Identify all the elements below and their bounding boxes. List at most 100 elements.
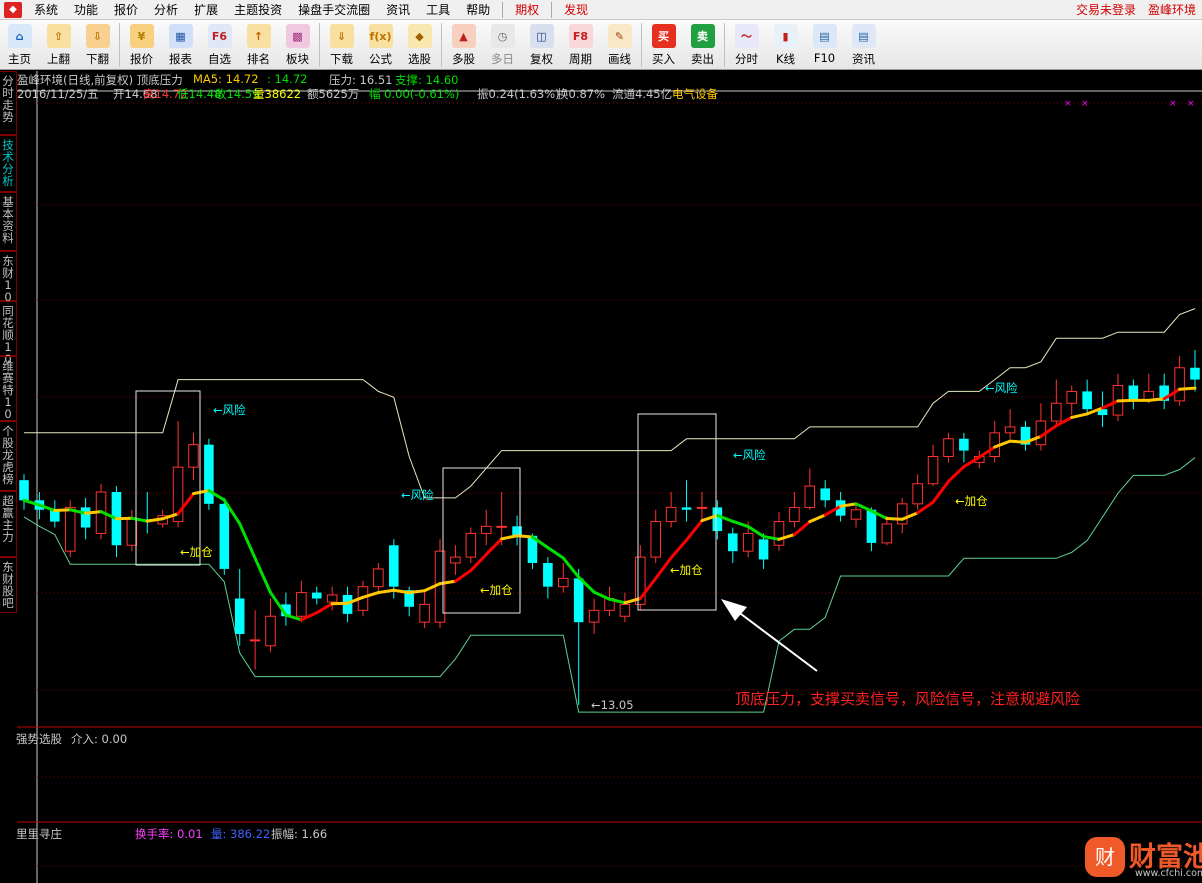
toolbar-button-10[interactable]: ◆ 选股 <box>400 20 439 68</box>
menu-item-function[interactable]: 功能 <box>66 0 106 20</box>
menu-item-theme-invest[interactable]: 主题投资 <box>226 0 290 20</box>
candle-body <box>681 507 692 510</box>
candle-body <box>573 578 584 623</box>
menu-item-extend[interactable]: 扩展 <box>186 0 226 20</box>
add-position-label: ←加仓 <box>480 583 513 597</box>
ma5-segment <box>407 589 427 595</box>
toolbar-button-label: 公式 <box>369 52 392 66</box>
kline-chart-svg[interactable]: × × × × <box>17 71 1202 883</box>
add-position-label: ←加仓 <box>955 494 988 508</box>
ma5-segment <box>1008 439 1028 444</box>
ma5-segment <box>931 479 950 504</box>
toolbar-divider <box>119 23 120 67</box>
sub-indicator-1-title: 强势选股 <box>16 732 62 746</box>
ma5-segment <box>500 534 519 541</box>
menu-item-system[interactable]: 系统 <box>26 0 66 20</box>
chart-area[interactable]: × × × × 盈峰环境(日线,前复权) 顶底压力 MA5: 14.72 : 14.7… <box>16 71 1202 883</box>
candle-body <box>1190 367 1200 380</box>
toolbar-button-12[interactable]: ◷ 多日 <box>483 20 522 68</box>
toolbar-button-2[interactable]: ⇩ 下翻 <box>78 20 117 68</box>
toolbar-button-5[interactable]: F6 自选 <box>200 20 239 68</box>
candle-body <box>311 592 322 599</box>
toolbar-button-7[interactable]: ▩ 板块 <box>278 20 317 68</box>
menu-item-news[interactable]: 资讯 <box>378 0 418 20</box>
side-tab-1[interactable]: 技术分析 <box>0 135 17 192</box>
toolbar-button-label: 排名 <box>247 52 270 66</box>
ma5-segment <box>731 519 750 529</box>
candle-body <box>588 609 600 623</box>
toolbar-divider <box>441 23 442 67</box>
toolbar-button-17[interactable]: 卖卖出 <box>683 20 722 68</box>
quote-change: 幅 0.00(-0.61%) <box>369 87 460 101</box>
toolbar-button-label: 下载 <box>330 52 353 66</box>
toolbar-button-0[interactable]: ⌂ 主页 <box>0 20 39 68</box>
ma5-segment <box>561 556 581 579</box>
toolbar-button-19[interactable]: ▮ K线 <box>766 20 805 68</box>
toolbar-button-label: 卖出 <box>691 52 714 66</box>
toolbar-button-1[interactable]: ⇧ 上翻 <box>39 20 78 68</box>
side-tab-7[interactable]: 超赢主力 <box>0 491 17 557</box>
menu-item-analysis[interactable]: 分析 <box>146 0 186 20</box>
ma5-segment <box>515 534 534 539</box>
menu-item-tools[interactable]: 工具 <box>418 0 458 20</box>
menu-divider <box>551 1 553 18</box>
toolbar-button-15[interactable]: ✎ 画线 <box>600 20 639 68</box>
ma5-segment <box>546 546 565 560</box>
side-tab-8[interactable]: 东财股吧 <box>0 557 17 613</box>
side-tab-3[interactable]: 东财10 <box>0 251 17 303</box>
toolbar-button-21[interactable]: ▤ 资讯 <box>844 20 883 68</box>
intraday-icon: 〜 <box>734 24 759 48</box>
toolbar-button-16[interactable]: 买买入 <box>644 20 683 68</box>
toolbar-button-label: 多股 <box>452 52 475 66</box>
menu-item-quote[interactable]: 报价 <box>106 0 146 20</box>
f6-icon: F6 <box>207 24 232 48</box>
toolbar-button-label: 周期 <box>569 52 592 66</box>
menu-item-help[interactable]: 帮助 <box>458 0 498 20</box>
quote-industry: 电气设备 <box>672 87 718 101</box>
annotation-note: 顶底压力，支撑买卖信号，风险信号，注意规避风险 <box>735 690 1081 708</box>
candle-body <box>650 521 662 558</box>
toolbar-button-18[interactable]: 〜分时 <box>727 20 766 68</box>
candle-body <box>881 523 893 544</box>
risk-signal-label: ←风险 <box>213 403 246 417</box>
toolbar-button-label: 主页 <box>8 52 31 66</box>
toolbar-button-label: 自选 <box>208 52 231 66</box>
toolbar-button-8[interactable]: ⇓ 下载 <box>322 20 361 68</box>
candle-body <box>866 509 877 543</box>
candle-body <box>1174 367 1185 402</box>
toolbar-button-20[interactable]: ▤ F10 <box>805 20 844 68</box>
ma5-segment <box>1147 397 1166 402</box>
toolbar-button-11[interactable]: ▲ 多股 <box>444 20 483 68</box>
side-tab-0[interactable]: 分时走势 <box>0 71 17 135</box>
candle-body <box>19 480 29 501</box>
toolbar-button-6[interactable]: ↑ 排名 <box>239 20 278 68</box>
multi-stock-icon: ▲ <box>451 24 476 48</box>
side-tab-2[interactable]: 基本资料 <box>0 192 17 251</box>
menu-item-options[interactable]: 期权 <box>507 0 547 20</box>
candle-body <box>927 456 939 485</box>
side-tab-4[interactable]: 同花顺10 <box>0 301 17 365</box>
candle-body <box>249 639 261 642</box>
kline-icon: ▮ <box>773 24 798 48</box>
menu-item-discover[interactable]: 发现 <box>556 0 596 20</box>
sub-indicator-2-title: 里里寻庄 <box>16 827 62 841</box>
side-tab-6[interactable]: 个股龙虎榜 <box>0 421 17 491</box>
toolbar-button-3[interactable]: ¥ 报价 <box>122 20 161 68</box>
main-toolbar: ⌂ 主页 ⇧ 上翻 ⇩ 下翻 ¥ 报价 ▦ 报表 F6 自选 ↑ 排名 ▩ 板块 ⇓ 下载 f(x) 公式 ◆ 选股 ▲ 多股… <box>0 20 1202 70</box>
toolbar-button-13[interactable]: ◫ 复权 <box>522 20 561 68</box>
marker-icon: × <box>1187 99 1195 109</box>
ma5-segment <box>808 513 827 524</box>
login-status-link[interactable]: 交易未登录 <box>1070 0 1142 20</box>
toolbar-button-14[interactable]: F8 周期 <box>561 20 600 68</box>
quote-icon: ¥ <box>129 24 154 48</box>
toolbar-button-9[interactable]: f(x) 公式 <box>361 20 400 68</box>
candle-body <box>1051 402 1062 422</box>
ma5-segment <box>238 522 257 560</box>
watermark-url: www.cfchi.com <box>1135 868 1202 879</box>
candle-body <box>727 533 738 552</box>
menu-item-trader-forum[interactable]: 操盘手交流圈 <box>290 0 378 20</box>
sector-icon: ▩ <box>285 24 310 48</box>
side-tab-5[interactable]: 维赛特10 <box>0 356 17 421</box>
toolbar-button-4[interactable]: ▦ 报表 <box>161 20 200 68</box>
candle-body <box>465 532 477 558</box>
